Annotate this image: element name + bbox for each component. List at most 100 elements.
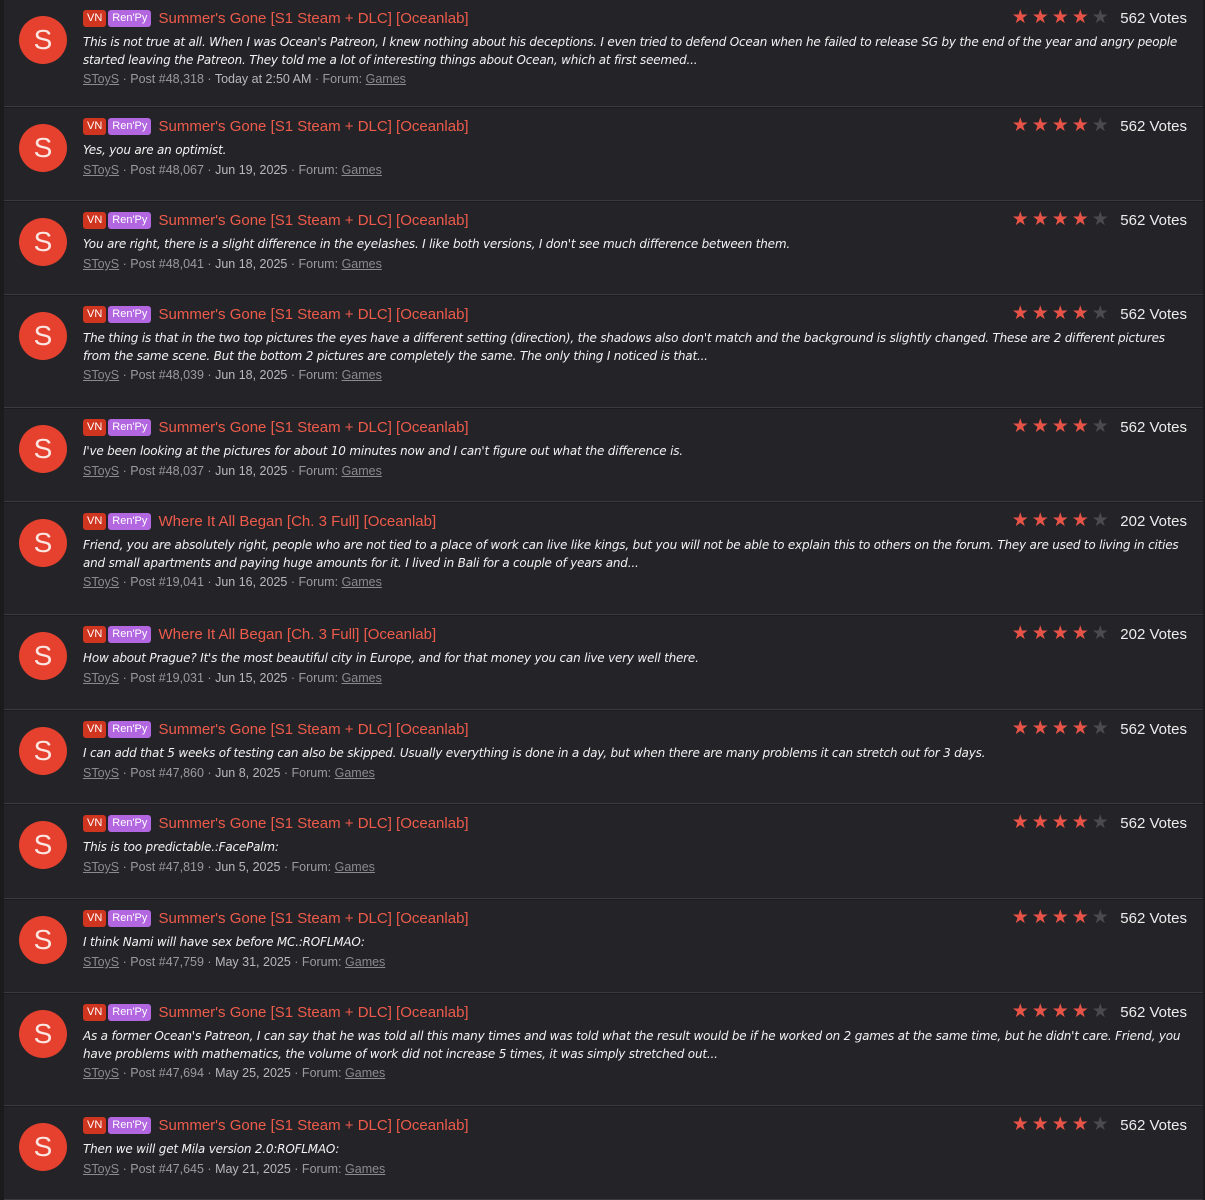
tag-renpy[interactable]: Ren'Py xyxy=(108,1004,152,1021)
tag-vn[interactable]: VN xyxy=(83,513,107,530)
avatar[interactable]: S xyxy=(19,1010,67,1058)
post-number[interactable]: · Post #47,860 · xyxy=(123,766,212,780)
author-link[interactable]: SToyS xyxy=(83,72,119,86)
author-link[interactable]: SToyS xyxy=(83,163,119,177)
post-snippet[interactable]: I've been looking at the pictures for ab… xyxy=(83,442,1187,460)
avatar[interactable]: S xyxy=(19,312,67,360)
author-link[interactable]: SToyS xyxy=(83,464,119,478)
post-number[interactable]: · Post #47,759 · xyxy=(123,955,212,969)
post-snippet[interactable]: This is too predictable.:FacePalm: xyxy=(83,838,1187,856)
thread-title-link[interactable]: Where It All Began [Ch. 3 Full] [Oceanla… xyxy=(159,513,437,530)
tag-vn[interactable]: VN xyxy=(83,626,107,643)
forum-link[interactable]: Games xyxy=(342,575,382,589)
forum-link[interactable]: Games xyxy=(335,860,375,874)
forum-link[interactable]: Games xyxy=(345,955,385,969)
forum-link[interactable]: Games xyxy=(342,671,382,685)
post-number[interactable]: · Post #48,318 · xyxy=(123,72,212,86)
author-link[interactable]: SToyS xyxy=(83,671,119,685)
thread-title-link[interactable]: Summer's Gone [S1 Steam + DLC] [Oceanlab… xyxy=(159,1117,469,1134)
post-date: Jun 18, 2025 xyxy=(215,257,288,271)
tag-renpy[interactable]: Ren'Py xyxy=(108,118,152,135)
thread-title-link[interactable]: Summer's Gone [S1 Steam + DLC] [Oceanlab… xyxy=(159,306,469,323)
tag-vn[interactable]: VN xyxy=(83,721,107,738)
star-icon: ★ xyxy=(1091,718,1109,739)
author-link[interactable]: SToyS xyxy=(83,575,119,589)
author-link[interactable]: SToyS xyxy=(83,1066,119,1080)
author-link[interactable]: SToyS xyxy=(83,766,119,780)
avatar[interactable]: S xyxy=(19,519,67,567)
post-number[interactable]: · Post #48,037 · xyxy=(123,464,212,478)
avatar[interactable]: S xyxy=(19,916,67,964)
post-snippet[interactable]: You are right, there is a slight differe… xyxy=(83,235,1187,253)
avatar[interactable]: S xyxy=(19,632,67,680)
avatar[interactable]: S xyxy=(19,218,67,266)
tag-vn[interactable]: VN xyxy=(83,306,107,323)
vote-count: 562 Votes xyxy=(1120,814,1187,832)
forum-link[interactable]: Games xyxy=(342,368,382,382)
tag-vn[interactable]: VN xyxy=(83,910,107,927)
tag-vn[interactable]: VN xyxy=(83,1117,107,1134)
author-link[interactable]: SToyS xyxy=(83,955,119,969)
post-number[interactable]: · Post #47,645 · xyxy=(123,1162,212,1176)
author-link[interactable]: SToyS xyxy=(83,368,119,382)
thread-rating: ★ ★ ★ ★ ★ 202 Votes xyxy=(1010,624,1187,643)
thread-title-link[interactable]: Summer's Gone [S1 Steam + DLC] [Oceanlab… xyxy=(159,419,469,436)
post-number[interactable]: · Post #48,067 · xyxy=(123,163,212,177)
forum-link[interactable]: Games xyxy=(366,72,406,86)
tag-renpy[interactable]: Ren'Py xyxy=(108,419,152,436)
tag-vn[interactable]: VN xyxy=(83,10,107,27)
thread-title-link[interactable]: Summer's Gone [S1 Steam + DLC] [Oceanlab… xyxy=(159,721,469,738)
forum-link[interactable]: Games xyxy=(345,1162,385,1176)
thread-title-link[interactable]: Summer's Gone [S1 Steam + DLC] [Oceanlab… xyxy=(159,212,469,229)
avatar[interactable]: S xyxy=(19,821,67,869)
post-snippet[interactable]: Friend, you are absolutely right, people… xyxy=(83,536,1187,572)
forum-link[interactable]: Games xyxy=(345,1066,385,1080)
thread-title-link[interactable]: Where It All Began [Ch. 3 Full] [Oceanla… xyxy=(159,626,437,643)
post-number[interactable]: · Post #47,819 · xyxy=(123,860,212,874)
forum-link[interactable]: Games xyxy=(342,257,382,271)
thread-title-link[interactable]: Summer's Gone [S1 Steam + DLC] [Oceanlab… xyxy=(159,10,469,27)
avatar[interactable]: S xyxy=(19,1123,67,1171)
tag-renpy[interactable]: Ren'Py xyxy=(108,306,152,323)
post-number[interactable]: · Post #48,039 · xyxy=(123,368,212,382)
tag-renpy[interactable]: Ren'Py xyxy=(108,10,152,27)
tag-vn[interactable]: VN xyxy=(83,212,107,229)
tag-renpy[interactable]: Ren'Py xyxy=(108,1117,152,1134)
post-number[interactable]: · Post #48,041 · xyxy=(123,257,212,271)
tag-renpy[interactable]: Ren'Py xyxy=(108,513,152,530)
forum-link[interactable]: Games xyxy=(335,766,375,780)
avatar[interactable]: S xyxy=(19,16,67,64)
post-snippet[interactable]: Yes, you are an optimist. xyxy=(83,141,1187,159)
author-link[interactable]: SToyS xyxy=(83,1162,119,1176)
tag-renpy[interactable]: Ren'Py xyxy=(108,721,152,738)
post-snippet[interactable]: The thing is that in the two top picture… xyxy=(83,329,1187,365)
post-snippet[interactable]: This is not true at all. When I was Ocea… xyxy=(83,33,1187,69)
tag-vn[interactable]: VN xyxy=(83,419,107,436)
thread-title-link[interactable]: Summer's Gone [S1 Steam + DLC] [Oceanlab… xyxy=(159,1004,469,1021)
tag-vn[interactable]: VN xyxy=(83,815,107,832)
forum-link[interactable]: Games xyxy=(342,464,382,478)
forum-link[interactable]: Games xyxy=(342,163,382,177)
post-number[interactable]: · Post #47,694 · xyxy=(123,1066,212,1080)
post-snippet[interactable]: I think Nami will have sex before MC.:RO… xyxy=(83,933,1187,951)
avatar[interactable]: S xyxy=(19,425,67,473)
post-snippet[interactable]: I can add that 5 weeks of testing can al… xyxy=(83,744,1187,762)
post-number[interactable]: · Post #19,031 · xyxy=(123,671,212,685)
tag-renpy[interactable]: Ren'Py xyxy=(108,212,152,229)
tag-renpy[interactable]: Ren'Py xyxy=(108,815,152,832)
post-snippet[interactable]: As a former Ocean's Patreon, I can say t… xyxy=(83,1027,1187,1063)
tag-vn[interactable]: VN xyxy=(83,1004,107,1021)
thread-title-link[interactable]: Summer's Gone [S1 Steam + DLC] [Oceanlab… xyxy=(159,118,469,135)
tag-vn[interactable]: VN xyxy=(83,118,107,135)
author-link[interactable]: SToyS xyxy=(83,860,119,874)
post-snippet[interactable]: How about Prague? It's the most beautifu… xyxy=(83,649,1187,667)
post-number[interactable]: · Post #19,041 · xyxy=(123,575,212,589)
tag-renpy[interactable]: Ren'Py xyxy=(108,910,152,927)
avatar[interactable]: S xyxy=(19,727,67,775)
tag-renpy[interactable]: Ren'Py xyxy=(108,626,152,643)
post-snippet[interactable]: Then we will get Mila version 2.0:ROFLMA… xyxy=(83,1140,1187,1158)
thread-title-link[interactable]: Summer's Gone [S1 Steam + DLC] [Oceanlab… xyxy=(159,910,469,927)
thread-title-link[interactable]: Summer's Gone [S1 Steam + DLC] [Oceanlab… xyxy=(159,815,469,832)
avatar[interactable]: S xyxy=(19,124,67,172)
author-link[interactable]: SToyS xyxy=(83,257,119,271)
